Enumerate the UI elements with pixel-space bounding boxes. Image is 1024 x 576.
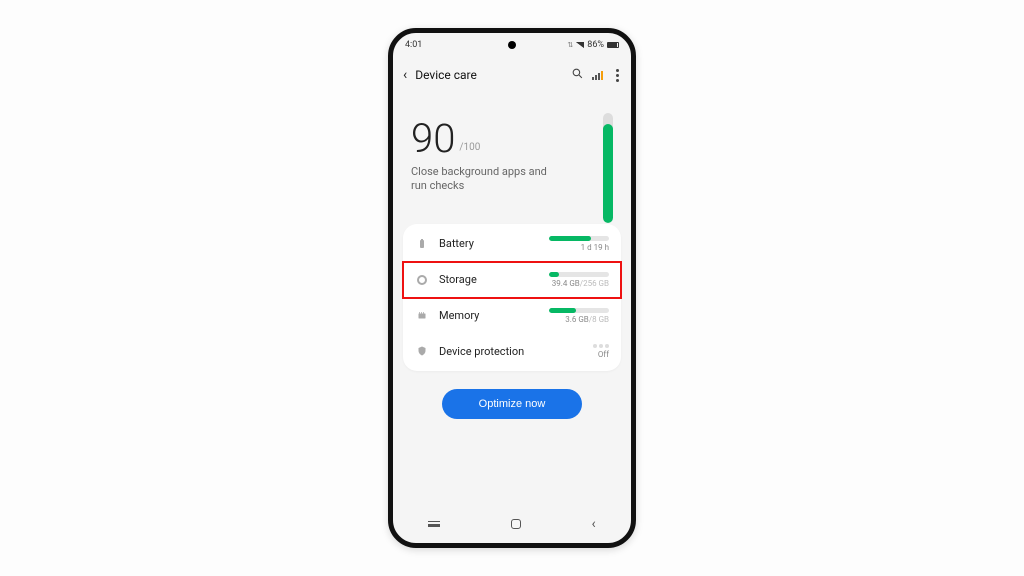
usage-icon[interactable] bbox=[592, 71, 606, 80]
more-icon[interactable] bbox=[614, 67, 621, 84]
nav-back-icon[interactable]: ‹ bbox=[591, 516, 595, 532]
memory-bar bbox=[549, 308, 609, 313]
shield-icon bbox=[415, 344, 429, 358]
battery-sub: 1 d 19 h bbox=[581, 243, 609, 252]
metrics-card: Battery 1 d 19 h Storage 39.4 GB/256 GB bbox=[403, 224, 621, 371]
score-subtitle: Close background apps and run checks bbox=[411, 165, 551, 194]
storage-label: Storage bbox=[439, 273, 529, 286]
optimize-button[interactable]: Optimize now bbox=[442, 389, 582, 419]
score-bar bbox=[603, 113, 613, 223]
battery-label: Battery bbox=[439, 237, 529, 250]
battery-percent: 86% bbox=[587, 40, 604, 50]
nav-bar: ‹ bbox=[393, 511, 631, 537]
app-bar: ‹ Device care bbox=[393, 57, 631, 93]
memory-label: Memory bbox=[439, 309, 529, 322]
battery-icon bbox=[607, 42, 619, 48]
memory-sub: 3.6 GB/8 GB bbox=[565, 315, 609, 324]
score-section: 90 /100 Close background apps and run ch… bbox=[393, 93, 631, 224]
score-value: 90 bbox=[411, 119, 455, 159]
search-icon[interactable] bbox=[570, 67, 584, 83]
status-time: 4:01 bbox=[405, 40, 422, 50]
row-storage[interactable]: Storage 39.4 GB/256 GB bbox=[403, 262, 621, 298]
memory-row-icon bbox=[415, 309, 429, 323]
storage-row-icon bbox=[415, 273, 429, 287]
row-battery[interactable]: Battery 1 d 19 h bbox=[403, 226, 621, 262]
protection-indicator bbox=[593, 344, 609, 348]
nav-recent-icon[interactable] bbox=[428, 521, 440, 527]
protection-status: Off bbox=[598, 350, 609, 359]
phone-frame: 4:01 ⇅ 86% ‹ Device care 90 /100 Close b… bbox=[388, 28, 636, 548]
signal-icon bbox=[576, 42, 584, 48]
back-icon[interactable]: ‹ bbox=[403, 67, 407, 83]
battery-bar bbox=[549, 236, 609, 241]
score-max: /100 bbox=[459, 142, 480, 159]
row-memory[interactable]: Memory 3.6 GB/8 GB bbox=[403, 298, 621, 334]
page-title: Device care bbox=[415, 68, 562, 82]
camera-notch bbox=[508, 41, 516, 49]
row-protection[interactable]: Device protection Off bbox=[403, 334, 621, 369]
storage-bar bbox=[549, 272, 609, 277]
protection-label: Device protection bbox=[439, 345, 529, 358]
nav-home-icon[interactable] bbox=[511, 519, 521, 529]
storage-sub: 39.4 GB/256 GB bbox=[552, 279, 609, 288]
battery-row-icon bbox=[415, 237, 429, 251]
